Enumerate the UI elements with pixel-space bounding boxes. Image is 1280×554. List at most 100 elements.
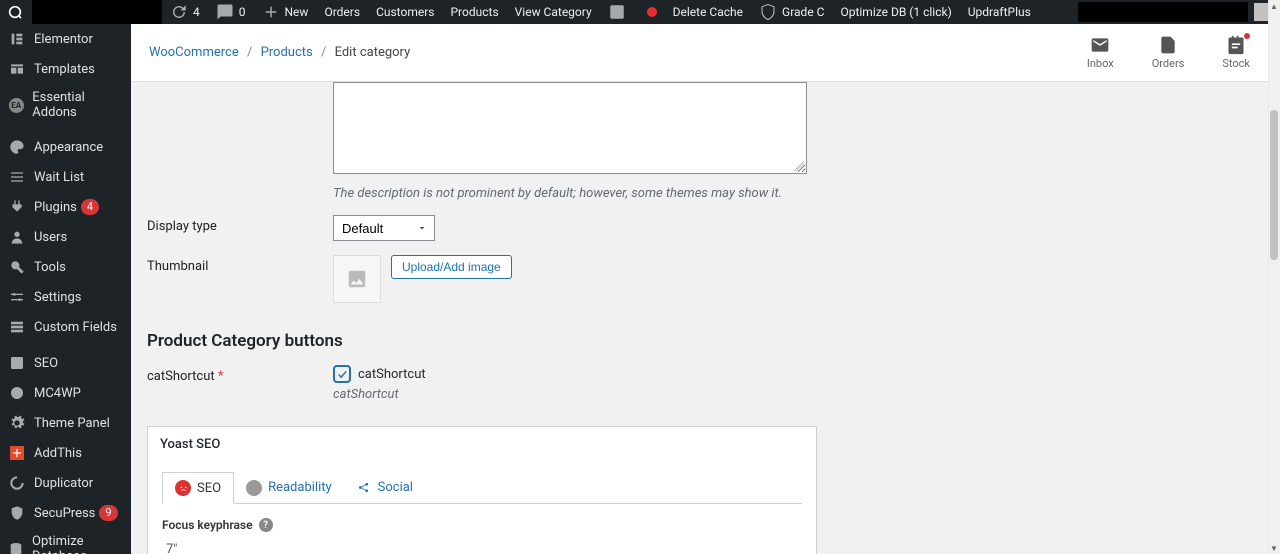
main-content: WooCommerce / Products / Edit category I…	[131, 24, 1268, 554]
admin-bar: 4 0 New Orders Customers Products View C…	[0, 0, 1280, 24]
refresh-icon	[170, 3, 188, 21]
quicklink-stock[interactable]: Stock	[1222, 35, 1250, 70]
focus-keyphrase-value[interactable]: 7"	[162, 540, 802, 554]
ab-red-dot[interactable]	[639, 0, 665, 24]
ab-yoast[interactable]	[600, 0, 639, 24]
templates-icon	[8, 60, 26, 78]
scroll-down-arrow[interactable]: ▼	[1268, 542, 1280, 554]
menu-custom-fields[interactable]: Custom Fields	[0, 312, 131, 342]
section-heading: Product Category buttons	[147, 331, 1252, 351]
plugins-badge: 4	[81, 199, 99, 215]
fields-icon	[8, 318, 26, 336]
red-dot-icon	[647, 7, 657, 17]
description-textarea[interactable]	[333, 82, 807, 174]
menu-appearance[interactable]: Appearance	[0, 132, 131, 162]
menu-mc4wp[interactable]: MC4WP	[0, 378, 131, 408]
breadcrumb-current: Edit category	[335, 45, 411, 60]
scrollbar-thumb[interactable]	[1270, 110, 1278, 260]
menu-users[interactable]: Users	[0, 222, 131, 252]
secupress-icon	[8, 504, 26, 522]
share-icon	[356, 480, 372, 496]
db-icon	[8, 540, 24, 554]
list-icon	[8, 168, 26, 186]
settings-icon	[8, 288, 26, 306]
site-logo-icon[interactable]	[4, 1, 26, 23]
catshortcut-checkbox[interactable]	[333, 365, 351, 383]
catshortcut-subtext: catShortcut	[333, 387, 973, 402]
menu-templates[interactable]: Templates	[0, 54, 131, 84]
menu-optimize-database[interactable]: Optimize Database	[0, 528, 131, 554]
menu-duplicator[interactable]: Duplicator	[0, 468, 131, 498]
stock-icon	[1226, 35, 1246, 55]
seo-status-icon	[175, 480, 191, 496]
ab-grade[interactable]: Grade C	[751, 0, 832, 24]
refresh-count: 4	[193, 5, 200, 19]
menu-settings[interactable]: Settings	[0, 282, 131, 312]
menu-elementor[interactable]: Elementor	[0, 24, 131, 54]
secupress-badge: 9	[99, 505, 117, 521]
menu-wait-list[interactable]: Wait List	[0, 162, 131, 192]
menu-tools[interactable]: Tools	[0, 252, 131, 282]
ab-products[interactable]: Products	[442, 0, 506, 24]
orders-icon	[1158, 35, 1178, 55]
quicklink-orders[interactable]: Orders	[1152, 35, 1185, 70]
ea-icon: EA	[8, 96, 24, 114]
admin-menu: Elementor Templates EAEssential Addons A…	[0, 24, 131, 554]
new-label: New	[285, 5, 309, 19]
comments-count: 0	[239, 5, 246, 19]
adminbar-search[interactable]	[1078, 2, 1248, 22]
mc4wp-icon	[8, 384, 26, 402]
menu-essential-addons[interactable]: EAEssential Addons	[0, 84, 131, 126]
quick-links: Inbox Orders Stock	[1087, 35, 1250, 70]
scrollbar-track[interactable]: ▲ ▼	[1268, 0, 1280, 554]
plugin-icon	[8, 198, 26, 216]
thumbnail-label: Thumbnail	[147, 255, 333, 274]
refresh-item[interactable]: 4	[162, 0, 208, 24]
plus-icon	[262, 3, 280, 21]
scroll-up-arrow[interactable]: ▲	[1268, 0, 1280, 12]
menu-secupress[interactable]: SecuPress9	[0, 498, 131, 528]
gear-icon	[8, 414, 26, 432]
display-type-select[interactable]: Default	[333, 215, 435, 241]
breadcrumb-products[interactable]: Products	[261, 45, 313, 60]
top-strip: WooCommerce / Products / Edit category I…	[131, 24, 1268, 82]
menu-seo[interactable]: SEO	[0, 348, 131, 378]
inbox-icon	[1090, 35, 1110, 55]
ab-orders[interactable]: Orders	[316, 0, 368, 24]
comment-icon	[216, 3, 234, 21]
elementor-icon	[8, 30, 26, 48]
breadcrumb: WooCommerce / Products / Edit category	[149, 45, 410, 60]
quicklink-inbox[interactable]: Inbox	[1087, 35, 1114, 70]
yoast-icon	[608, 3, 626, 21]
menu-theme-panel[interactable]: Theme Panel	[0, 408, 131, 438]
yoast-sidebar-icon	[8, 354, 26, 372]
display-type-label: Display type	[147, 215, 333, 234]
users-icon	[8, 228, 26, 246]
menu-addthis[interactable]: AddThis	[0, 438, 131, 468]
breadcrumb-woocommerce[interactable]: WooCommerce	[149, 45, 239, 60]
ab-optimize-db[interactable]: Optimize DB (1 click)	[832, 0, 959, 24]
ab-delete-cache[interactable]: Delete Cache	[665, 0, 751, 24]
tab-seo[interactable]: SEO	[162, 472, 234, 504]
tools-icon	[8, 258, 26, 276]
thumbnail-placeholder	[333, 255, 381, 303]
comments-item[interactable]: 0	[208, 0, 254, 24]
new-item[interactable]: New	[254, 0, 317, 24]
ab-updraft[interactable]: UpdraftPlus	[960, 0, 1039, 24]
ab-view-category[interactable]: View Category	[507, 0, 600, 24]
catshortcut-checkbox-label: catShortcut	[358, 367, 426, 382]
catshortcut-label: catShortcut *	[147, 365, 333, 384]
tab-readability[interactable]: Readability	[234, 472, 344, 503]
upload-image-button[interactable]: Upload/Add image	[391, 255, 512, 279]
menu-plugins[interactable]: Plugins4	[0, 192, 131, 222]
appearance-icon	[8, 138, 26, 156]
description-label	[147, 82, 333, 86]
yoast-seo-metabox: Yoast SEO SEO Readability Social	[147, 426, 817, 554]
tab-social[interactable]: Social	[344, 472, 425, 503]
ab-customers[interactable]: Customers	[368, 0, 442, 24]
help-icon[interactable]: ?	[259, 518, 273, 532]
readability-status-icon	[246, 480, 262, 496]
site-name-block[interactable]	[32, 0, 162, 24]
yoast-tabs: SEO Readability Social	[162, 472, 802, 504]
image-placeholder-icon	[346, 268, 368, 290]
